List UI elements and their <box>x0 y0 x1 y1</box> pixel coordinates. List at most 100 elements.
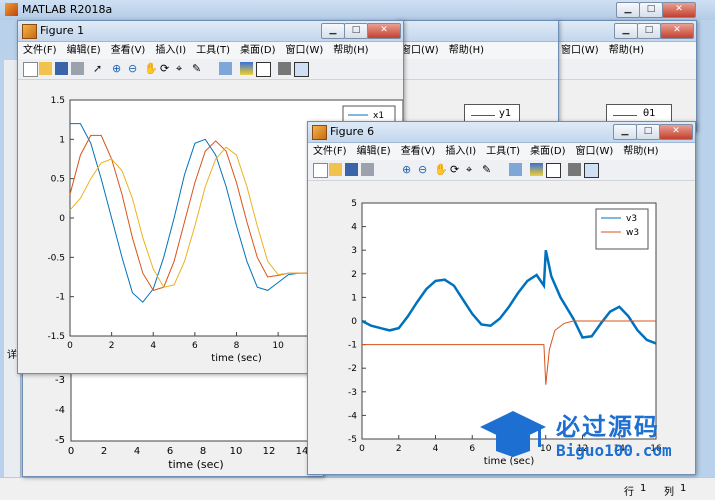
main-close-button[interactable]: ✕ <box>662 2 696 18</box>
figure1-xlabel: time (sec) <box>211 353 262 364</box>
figure6-menubar: 文件(F) 编辑(E) 查看(V) 插入(I) 工具(T) 桌面(D) 窗口(W) 帮助(H) <box>308 143 695 160</box>
colorbar-icon[interactable] <box>240 62 253 75</box>
figure3-titlebar: ▁ □ ✕ <box>556 21 696 42</box>
figure1-xtick-label: 4 <box>150 341 156 351</box>
pan-icon[interactable]: ✋ <box>434 163 448 176</box>
menu-edit[interactable]: 编辑(E) <box>352 143 396 160</box>
new-figure-icon[interactable] <box>23 62 38 77</box>
figure1-toolbar: ➚ ⊕ ⊖ ✋ ⟳ ⌖ ✎ <box>18 59 403 80</box>
show-plot-tools-icon[interactable] <box>584 163 599 178</box>
figure4-xtick: 2 <box>101 446 107 457</box>
colorbar-icon[interactable] <box>530 163 543 176</box>
menu-window[interactable]: 窗口(W) <box>281 42 329 59</box>
figure1-ytick-label: -1 <box>56 293 65 303</box>
figure2-legend-label: y1 <box>499 108 512 119</box>
col-value: 1 <box>680 483 687 494</box>
menu-file[interactable]: 文件(F) <box>18 42 62 59</box>
figure3-maximize-button[interactable]: □ <box>637 23 661 39</box>
rotate-icon[interactable]: ⟳ <box>450 163 463 176</box>
save-icon[interactable] <box>345 163 358 176</box>
menu-window[interactable]: 窗口(W) <box>556 42 604 59</box>
legend-icon[interactable] <box>256 62 271 77</box>
figure6-ytick-label: -1 <box>348 341 357 351</box>
save-icon[interactable] <box>55 62 68 75</box>
menu-edit[interactable]: 编辑(E) <box>62 42 106 59</box>
figure4-axes: -3 -4 -5 0 2 4 6 8 10 12 14 time (sec) <box>55 361 322 471</box>
figure4-ytick: -3 <box>55 375 65 386</box>
menu-insert[interactable]: 插入(I) <box>150 42 191 59</box>
brush-icon[interactable]: ✎ <box>482 163 495 176</box>
hide-plot-tools-icon[interactable] <box>568 163 581 176</box>
figure3-minimize-button[interactable]: ▁ <box>614 23 638 39</box>
link-plot-icon[interactable] <box>509 163 522 176</box>
rotate-icon[interactable]: ⟳ <box>160 62 173 75</box>
figure6-maximize-button[interactable]: □ <box>636 124 660 140</box>
menu-window[interactable]: 窗口(W) <box>571 143 619 160</box>
data-cursor-icon[interactable]: ⌖ <box>176 62 189 75</box>
figure1-legend-label: x1 <box>373 111 384 121</box>
figure6-xtick-label: 6 <box>469 444 475 454</box>
menu-view[interactable]: 查看(V) <box>396 143 441 160</box>
matlab-logo-icon <box>5 3 18 16</box>
brush-icon[interactable]: ✎ <box>192 62 205 75</box>
zoom-in-icon[interactable]: ⊕ <box>112 62 125 75</box>
zoom-out-icon[interactable]: ⊖ <box>418 163 431 176</box>
figure1-ytick-label: 1.5 <box>51 96 65 106</box>
figure6-legend-label: v3 <box>626 214 637 224</box>
row-value: 1 <box>640 483 647 494</box>
main-maximize-button[interactable]: □ <box>639 2 663 18</box>
print-icon[interactable] <box>361 163 374 176</box>
menu-tools[interactable]: 工具(T) <box>191 42 235 59</box>
figure6-close-button[interactable]: ✕ <box>659 124 693 140</box>
menu-view[interactable]: 查看(V) <box>106 42 151 59</box>
zoom-in-icon[interactable]: ⊕ <box>402 163 415 176</box>
figure3-legend-label: θ1 <box>643 108 656 119</box>
menu-help[interactable]: 帮助(H) <box>618 143 663 160</box>
hide-plot-tools-icon[interactable] <box>278 62 291 75</box>
figure6-ytick-label: 3 <box>351 246 357 256</box>
zoom-out-icon[interactable]: ⊖ <box>128 62 141 75</box>
left-panel-text: 详 <box>7 350 17 361</box>
menu-tools[interactable]: 工具(T) <box>481 143 525 160</box>
figure1-menubar: 文件(F) 编辑(E) 查看(V) 插入(I) 工具(T) 桌面(D) 窗口(W) 帮助(H) <box>18 42 403 59</box>
figure1-minimize-button[interactable]: ▁ <box>321 23 345 39</box>
figure6-ytick-label: 4 <box>351 223 357 233</box>
figure3-close-button[interactable]: ✕ <box>660 23 694 39</box>
menu-desktop[interactable]: 桌面(D) <box>235 42 281 59</box>
figure6-titlebar: Figure 6 ▁ □ ✕ <box>308 122 695 143</box>
row-label: 行 <box>624 487 634 498</box>
figure1-xtick-label: 2 <box>109 341 115 351</box>
figure6-ytick-label: 2 <box>351 270 357 280</box>
figure6-ytick-label: -4 <box>348 411 357 421</box>
watermark-url: Biguo100.com <box>556 441 672 460</box>
watermark: 必过源码 Biguo100.com <box>478 405 698 465</box>
menu-help[interactable]: 帮助(H) <box>328 42 373 59</box>
menu-file[interactable]: 文件(F) <box>308 143 352 160</box>
figure6-minimize-button[interactable]: ▁ <box>613 124 637 140</box>
figure2-window[interactable]: 窗口(W) 帮助(H) y1 <box>395 20 559 132</box>
main-minimize-button[interactable]: ▁ <box>616 2 640 18</box>
print-icon[interactable] <box>71 62 84 75</box>
open-file-icon[interactable] <box>329 163 342 176</box>
figure1-ytick-label: 0.5 <box>51 175 65 185</box>
menu-insert[interactable]: 插入(I) <box>440 143 481 160</box>
figure3-window[interactable]: ▁ □ ✕ 窗口(W) 帮助(H) θ1 <box>555 20 697 132</box>
figure1-maximize-button[interactable]: □ <box>344 23 368 39</box>
new-figure-icon[interactable] <box>313 163 328 178</box>
open-file-icon[interactable] <box>39 62 52 75</box>
main-window-title: MATLAB R2018a <box>22 3 113 16</box>
menu-help[interactable]: 帮助(H) <box>444 42 489 59</box>
menu-desktop[interactable]: 桌面(D) <box>525 143 571 160</box>
menu-help[interactable]: 帮助(H) <box>604 42 649 59</box>
figure6-ytick-label: -2 <box>348 364 357 374</box>
figure4-ytick: -4 <box>55 405 65 416</box>
edit-plot-icon[interactable]: ➚ <box>93 62 106 75</box>
figure1-close-button[interactable]: ✕ <box>367 23 401 39</box>
link-plot-icon[interactable] <box>219 62 232 75</box>
data-cursor-icon[interactable]: ⌖ <box>466 163 479 176</box>
pan-icon[interactable]: ✋ <box>144 62 158 75</box>
figure4-window[interactable]: -3 -4 -5 0 2 4 6 8 10 12 14 time (sec) <box>22 360 324 477</box>
show-plot-tools-icon[interactable] <box>294 62 309 77</box>
graduation-cap-icon <box>480 411 546 457</box>
legend-icon[interactable] <box>546 163 561 178</box>
